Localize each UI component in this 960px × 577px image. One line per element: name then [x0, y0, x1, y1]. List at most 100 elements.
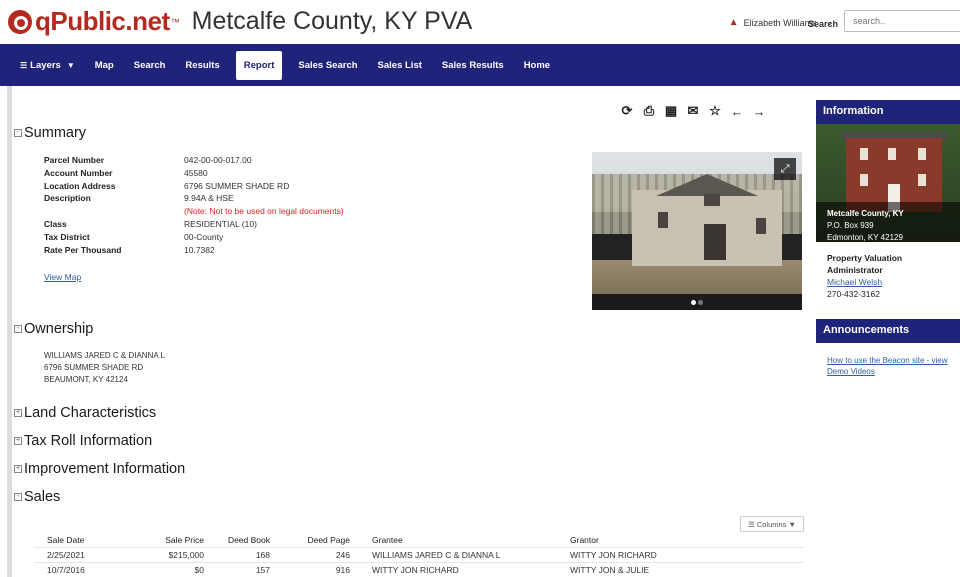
pva-contact: Property Valuation Administrator Michael… [816, 242, 960, 300]
deed-page: 246 [335, 550, 350, 560]
section-ownership[interactable]: - Ownership [14, 321, 93, 337]
nav-sales-list[interactable]: Sales List [378, 60, 422, 71]
column-header[interactable]: Grantor [570, 535, 800, 545]
search-input[interactable] [844, 10, 960, 32]
sale-price: $215,000 [168, 550, 204, 560]
expand-icon: + [14, 409, 22, 417]
table-row: 2/25/2021 $215,000 168 246 WILLIAMS JARE… [34, 548, 804, 563]
announcement-line: Demo Videos [827, 367, 875, 376]
building-window [860, 148, 868, 160]
search-label: Search [808, 19, 839, 29]
logo-text: qPublic.net [35, 6, 170, 36]
user-icon: ▲ [728, 17, 739, 28]
qpublic-logo[interactable]: qPublic.net ™ Metcalfe County, KY PVA [8, 6, 472, 37]
section-title: Sales [24, 489, 61, 505]
summary-value: 042-00-00-017.00 [184, 155, 252, 165]
left-gutter [7, 86, 12, 577]
legal-note: (Note: Not to be used on legal documents… [184, 206, 344, 217]
carousel-dot[interactable] [698, 299, 703, 305]
column-header[interactable]: Deed Page [270, 535, 350, 545]
property-photo[interactable]: ⤢ [592, 152, 802, 310]
expand-icon: + [14, 465, 22, 473]
share-icon[interactable]: ⟳ [620, 103, 634, 118]
header: qPublic.net ™ Metcalfe County, KY PVA ▲ … [0, 0, 960, 44]
summary-label: Location Address [44, 180, 116, 191]
summary-value: 45580 [184, 167, 208, 178]
email-icon[interactable]: ✉ [686, 103, 700, 118]
nav-layers[interactable]: ☰ Layers ▼ [20, 60, 75, 71]
building-window [918, 148, 926, 160]
summary-row: Tax District 00-County [44, 231, 344, 244]
layers-icon: ☰ [20, 60, 28, 70]
nav-map[interactable]: Map [95, 60, 114, 71]
pva-phone: 270-432-3162 [827, 289, 880, 299]
forward-arrow-icon[interactable]: → [752, 104, 766, 119]
section-taxroll[interactable]: + Tax Roll Information [14, 433, 152, 449]
pva-name-link[interactable]: Michael Welsh [827, 276, 949, 288]
building-window [888, 148, 896, 160]
summary-row: Class RESIDENTIAL (10) [44, 218, 344, 231]
section-title: Land Characteristics [24, 405, 157, 421]
grantor: WITTY JON & JULIE [570, 565, 650, 575]
carousel-dot[interactable] [691, 299, 696, 305]
owner-address: WILLIAMS JARED C & DIANNA L 6796 SUMMER … [44, 350, 165, 386]
main-nav: ☰ Layers ▼ Map Search Results Report Sal… [0, 44, 960, 86]
column-header[interactable]: Deed Book [204, 535, 270, 545]
office-box: P.O. Box 939 [827, 221, 874, 230]
nav-search[interactable]: Search [134, 60, 166, 71]
report-toolbar: ⟳ ⎙ ▦ ✉ ☆ ← → [620, 103, 774, 119]
section-land[interactable]: + Land Characteristics [14, 405, 156, 421]
column-header[interactable]: Grantee [350, 535, 570, 545]
info-sidebar: Information Metcalfe County, KY P.O. Box… [816, 100, 960, 577]
nav-sales-results[interactable]: Sales Results [442, 60, 504, 71]
building-window [860, 174, 868, 186]
nav-home[interactable]: Home [524, 60, 550, 71]
sales-table: Sale Date Sale Price Deed Book Deed Page… [34, 533, 804, 577]
section-title: Improvement Information [24, 461, 186, 477]
photo-door [704, 224, 726, 260]
nav-layers-label: Layers [30, 59, 61, 71]
columns-label: Columns [756, 519, 787, 529]
summary-label: Parcel Number [44, 155, 104, 165]
nav-results[interactable]: Results [185, 60, 219, 71]
summary-row: Description 9.94A & HSE [44, 192, 344, 205]
back-arrow-icon[interactable]: ← [730, 104, 744, 119]
section-summary[interactable]: - Summary [14, 125, 86, 141]
announcements-header: Announcements [816, 319, 960, 343]
logo-trademark: ™ [170, 16, 180, 27]
announcement-link[interactable]: How to use the Beacon site - view Demo V… [816, 343, 960, 377]
deed-page: 916 [335, 565, 350, 575]
summary-value: RESIDENTIAL (10) [184, 218, 257, 229]
view-map-link[interactable]: View Map [44, 272, 81, 282]
image-icon[interactable]: ▦ [664, 103, 678, 118]
summary-row: Account Number 45580 [44, 167, 344, 180]
photo-window [658, 212, 668, 228]
columns-button[interactable]: ☰ Columns ▼ [740, 516, 804, 532]
nav-sales-search[interactable]: Sales Search [298, 60, 357, 71]
expand-icon[interactable]: ⤢ [774, 158, 796, 180]
pva-title: Property Valuation [827, 253, 903, 263]
table-row: 10/7/2016 $0 157 916 WITTY JON RICHARD W… [34, 563, 804, 577]
owner-name: WILLIAMS JARED C & DIANNA L [44, 351, 165, 360]
collapse-icon: - [14, 493, 22, 501]
deed-book: 168 [255, 550, 270, 560]
office-address: Metcalfe County, KY P.O. Box 939 Edmonto… [827, 208, 904, 242]
office-city: Edmonton, KY 42129 [827, 233, 903, 242]
announcement-line: How to use the Beacon site - view [827, 356, 948, 365]
nav-report[interactable]: Report [235, 50, 283, 80]
information-header: Information [816, 100, 960, 124]
photo-window [756, 218, 766, 234]
print-icon[interactable]: ⎙ [642, 103, 656, 118]
grantor: WITTY JON RICHARD [570, 550, 657, 560]
section-improvement[interactable]: + Improvement Information [14, 461, 185, 477]
section-sales[interactable]: - Sales [14, 489, 60, 505]
grantee: WITTY JON RICHARD [372, 565, 459, 575]
star-icon[interactable]: ☆ [708, 103, 722, 118]
collapse-icon: - [14, 325, 22, 333]
summary-row: Location Address 6796 SUMMER SHADE RD [44, 180, 344, 193]
office-name: Metcalfe County, KY [827, 209, 904, 218]
sale-price: $0 [194, 565, 204, 575]
column-header[interactable]: Sale Date [34, 535, 134, 545]
section-title: Tax Roll Information [24, 433, 153, 449]
column-header[interactable]: Sale Price [134, 535, 204, 545]
